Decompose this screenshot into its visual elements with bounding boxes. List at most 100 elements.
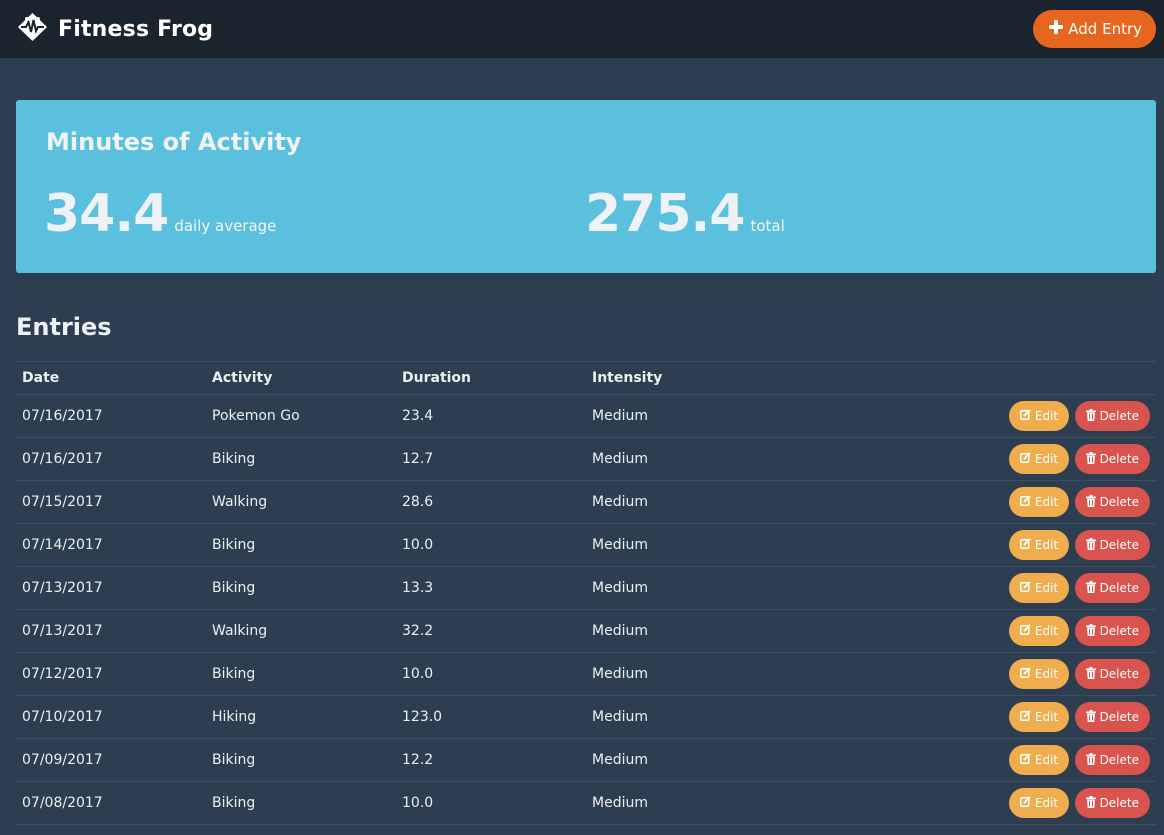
entry-duration: 12.2 bbox=[396, 738, 586, 782]
column-header-actions bbox=[776, 361, 1156, 395]
delete-button[interactable]: Delete bbox=[1074, 444, 1150, 474]
entry-date: 07/13/2017 bbox=[16, 566, 206, 610]
entry-date: 07/16/2017 bbox=[16, 394, 206, 438]
edit-label: Edit bbox=[1034, 495, 1059, 509]
entry-intensity: Medium bbox=[586, 480, 776, 524]
entry-date: 07/12/2017 bbox=[16, 652, 206, 696]
delete-button[interactable]: Delete bbox=[1074, 401, 1150, 431]
column-header-intensity: Intensity bbox=[586, 361, 776, 395]
edit-icon bbox=[1019, 581, 1031, 595]
delete-button[interactable]: Delete bbox=[1074, 616, 1150, 646]
edit-label: Edit bbox=[1034, 667, 1059, 681]
entry-actions: Edit Delete bbox=[776, 652, 1156, 696]
edit-icon bbox=[1019, 753, 1031, 767]
table-row: 07/16/2017 Biking 12.7 Medium Edit Delete bbox=[16, 437, 1156, 481]
delete-button[interactable]: Delete bbox=[1074, 788, 1150, 818]
entry-activity: Biking bbox=[206, 738, 396, 782]
edit-icon bbox=[1019, 452, 1031, 466]
edit-icon bbox=[1019, 538, 1031, 552]
edit-button[interactable]: Edit bbox=[1008, 702, 1070, 732]
entry-intensity: Medium bbox=[586, 566, 776, 610]
entry-intensity: Medium bbox=[586, 609, 776, 653]
entry-actions: Edit Delete bbox=[776, 781, 1156, 825]
edit-label: Edit bbox=[1034, 538, 1059, 552]
delete-button[interactable]: Delete bbox=[1074, 487, 1150, 517]
table-row: 07/12/2017 Biking 10.0 Medium Edit Delete bbox=[16, 652, 1156, 696]
table-row: 07/10/2017 Hiking 123.0 Medium Edit Delete bbox=[16, 695, 1156, 739]
edit-button[interactable]: Edit bbox=[1008, 659, 1070, 689]
trash-icon bbox=[1085, 580, 1096, 596]
entry-actions: Edit Delete bbox=[776, 738, 1156, 782]
entry-activity: Walking bbox=[206, 480, 396, 524]
entry-intensity: Medium bbox=[586, 523, 776, 567]
edit-icon bbox=[1019, 710, 1031, 724]
delete-button[interactable]: Delete bbox=[1074, 745, 1150, 775]
edit-button[interactable]: Edit bbox=[1008, 487, 1070, 517]
entry-activity: Biking bbox=[206, 437, 396, 481]
add-entry-button[interactable]: Add Entry bbox=[1033, 10, 1156, 48]
delete-button[interactable]: Delete bbox=[1074, 659, 1150, 689]
total-label: total bbox=[750, 217, 785, 235]
edit-icon bbox=[1019, 409, 1031, 423]
column-header-activity: Activity bbox=[206, 361, 396, 395]
delete-button[interactable]: Delete bbox=[1074, 530, 1150, 560]
delete-label: Delete bbox=[1099, 409, 1139, 423]
trash-icon bbox=[1085, 795, 1096, 811]
daily-average-label: daily average bbox=[174, 217, 277, 235]
entry-intensity: Medium bbox=[586, 437, 776, 481]
entry-duration: 13.3 bbox=[396, 566, 586, 610]
edit-button[interactable]: Edit bbox=[1008, 444, 1070, 474]
table-row: 07/13/2017 Biking 13.3 Medium Edit Delete bbox=[16, 566, 1156, 610]
edit-icon bbox=[1019, 796, 1031, 810]
edit-button[interactable]: Edit bbox=[1008, 530, 1070, 560]
edit-button[interactable]: Edit bbox=[1008, 745, 1070, 775]
entry-date: 07/09/2017 bbox=[16, 738, 206, 782]
column-header-date: Date bbox=[16, 361, 206, 395]
entry-date: 07/16/2017 bbox=[16, 437, 206, 481]
entry-intensity: Medium bbox=[586, 738, 776, 782]
entry-actions: Edit Delete bbox=[776, 523, 1156, 567]
column-header-duration: Duration bbox=[396, 361, 586, 395]
brand[interactable]: Fitness Frog bbox=[16, 12, 213, 46]
trash-icon bbox=[1085, 709, 1096, 725]
edit-button[interactable]: Edit bbox=[1008, 401, 1070, 431]
entry-activity: Biking bbox=[206, 781, 396, 825]
entry-intensity: Medium bbox=[586, 695, 776, 739]
entry-activity: Biking bbox=[206, 566, 396, 610]
table-row: 07/09/2017 Biking 12.2 Medium Edit Delete bbox=[16, 738, 1156, 782]
plus-icon bbox=[1049, 20, 1064, 38]
table-row: 07/08/2017 Biking 10.0 Medium Edit Delete bbox=[16, 781, 1156, 825]
edit-button[interactable]: Edit bbox=[1008, 616, 1070, 646]
entry-date: 07/13/2017 bbox=[16, 609, 206, 653]
entry-activity: Pokemon Go bbox=[206, 394, 396, 438]
edit-icon bbox=[1019, 667, 1031, 681]
entry-intensity: Medium bbox=[586, 394, 776, 438]
delete-button[interactable]: Delete bbox=[1074, 702, 1150, 732]
edit-button[interactable]: Edit bbox=[1008, 788, 1070, 818]
edit-label: Edit bbox=[1034, 452, 1059, 466]
entry-date: 07/10/2017 bbox=[16, 695, 206, 739]
delete-button[interactable]: Delete bbox=[1074, 573, 1150, 603]
entry-actions: Edit Delete bbox=[776, 566, 1156, 610]
entry-actions: Edit Delete bbox=[776, 394, 1156, 438]
edit-label: Edit bbox=[1034, 753, 1059, 767]
summary-title: Minutes of Activity bbox=[46, 128, 302, 156]
entry-duration: 10.0 bbox=[396, 652, 586, 696]
add-entry-label: Add Entry bbox=[1068, 20, 1142, 38]
delete-label: Delete bbox=[1099, 796, 1139, 810]
edit-button[interactable]: Edit bbox=[1008, 573, 1070, 603]
main-content: Minutes of Activity 34.4 daily average 2… bbox=[0, 100, 1164, 825]
entry-duration: 10.0 bbox=[396, 523, 586, 567]
daily-average-value: 34.4 bbox=[44, 184, 169, 244]
entry-actions: Edit Delete bbox=[776, 695, 1156, 739]
entry-duration: 12.7 bbox=[396, 437, 586, 481]
delete-label: Delete bbox=[1099, 624, 1139, 638]
total-value: 275.4 bbox=[585, 184, 745, 244]
entry-date: 07/08/2017 bbox=[16, 781, 206, 825]
entry-duration: 10.0 bbox=[396, 781, 586, 825]
entry-duration: 28.6 bbox=[396, 480, 586, 524]
trash-icon bbox=[1085, 494, 1096, 510]
entry-date: 07/14/2017 bbox=[16, 523, 206, 567]
entry-activity: Biking bbox=[206, 523, 396, 567]
trash-icon bbox=[1085, 451, 1096, 467]
